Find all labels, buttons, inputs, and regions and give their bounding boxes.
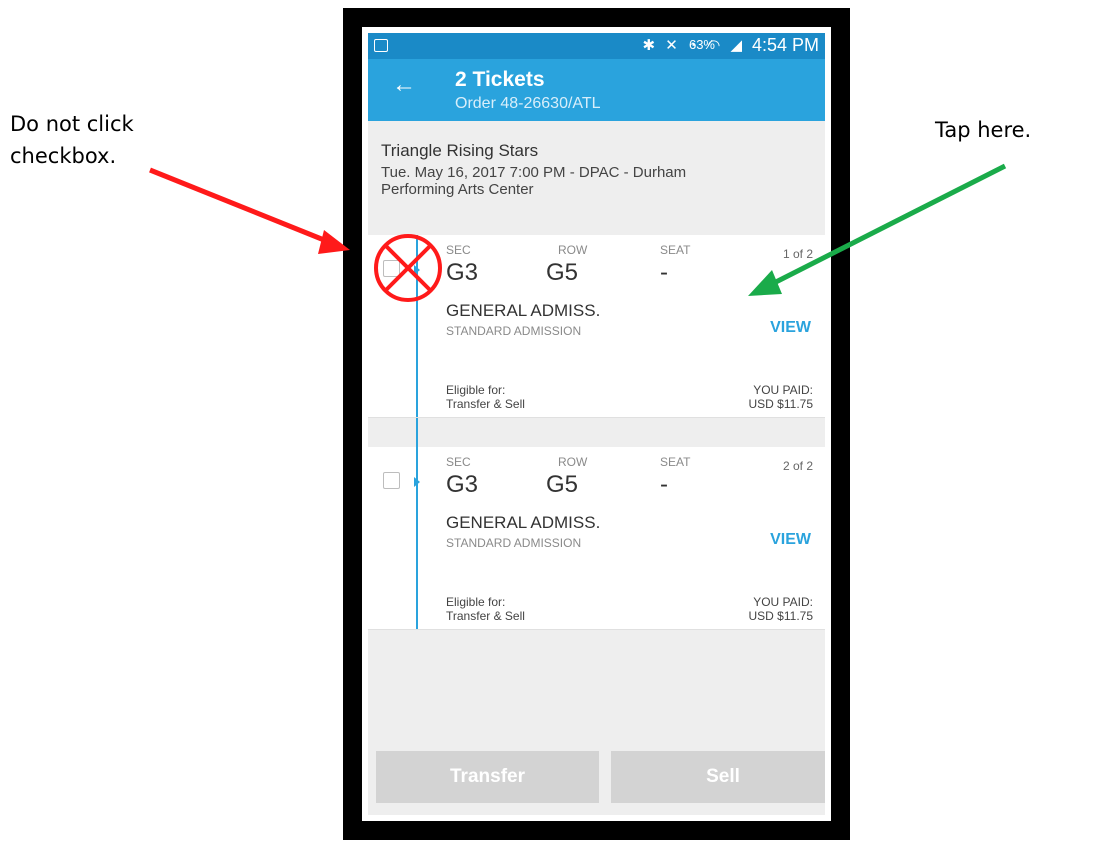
- annotation-arrows: [149, 163, 1007, 296]
- red-arrow-icon: [149, 167, 350, 254]
- green-arrow-icon: [748, 163, 1007, 296]
